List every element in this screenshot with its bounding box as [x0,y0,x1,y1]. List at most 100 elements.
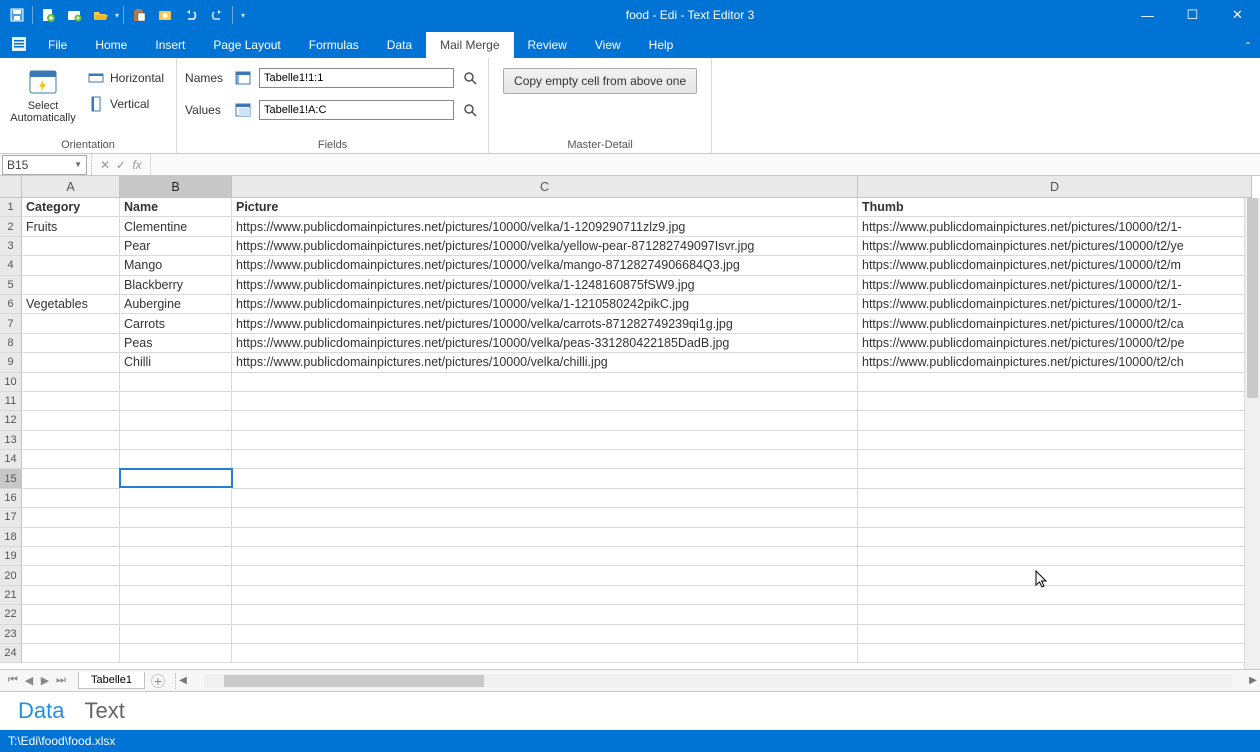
cell[interactable]: https://www.publicdomainpictures.net/pic… [232,295,858,314]
cell[interactable] [858,450,1252,469]
cell[interactable] [22,237,120,256]
cell[interactable]: https://www.publicdomainpictures.net/pic… [232,237,858,256]
cell[interactable] [22,566,120,585]
row-header[interactable]: 17 [0,508,22,527]
cell[interactable]: Name [120,198,232,217]
row-header[interactable]: 6 [0,295,22,314]
cell[interactable] [22,276,120,295]
col-header[interactable]: C [232,176,858,198]
add-sheet-icon[interactable]: + [151,674,165,688]
menu-tab-review[interactable]: Review [514,32,581,58]
row-header[interactable]: 12 [0,411,22,430]
values-input[interactable] [259,100,454,120]
cell[interactable] [232,411,858,430]
cell[interactable] [22,547,120,566]
menu-tab-data[interactable]: Data [373,32,426,58]
names-input[interactable] [259,68,454,88]
menu-tab-file[interactable]: File [34,32,81,58]
row-header[interactable]: 3 [0,237,22,256]
copy-empty-cell-button[interactable]: Copy empty cell from above one [503,68,697,94]
cell[interactable] [120,489,232,508]
paste-icon[interactable] [128,4,150,26]
menu-tab-home[interactable]: Home [81,32,141,58]
ribbon-collapse-icon[interactable]: ˆ [1236,36,1260,58]
cell[interactable]: https://www.publicdomainpictures.net/pic… [232,334,858,353]
cell[interactable] [22,644,120,663]
cell[interactable]: Thumb [858,198,1252,217]
cell[interactable] [22,373,120,392]
cell[interactable] [232,644,858,663]
cell[interactable]: Carrots [120,314,232,333]
cell[interactable]: https://www.publicdomainpictures.net/pic… [858,353,1252,372]
cell[interactable] [120,625,232,644]
cell[interactable]: Clementine [120,217,232,236]
menu-tab-page-layout[interactable]: Page Layout [199,32,294,58]
cell[interactable]: https://www.publicdomainpictures.net/pic… [858,237,1252,256]
row-header[interactable]: 24 [0,644,22,663]
cell[interactable]: Category [22,198,120,217]
cell[interactable] [858,605,1252,624]
tab-text[interactable]: Text [84,698,124,724]
cell[interactable] [232,392,858,411]
cell[interactable] [22,508,120,527]
row-header[interactable]: 14 [0,450,22,469]
menu-tab-view[interactable]: View [581,32,635,58]
cell[interactable] [22,431,120,450]
cell[interactable] [22,469,120,488]
minimize-button[interactable]: ― [1125,0,1170,30]
cell[interactable]: Pear [120,237,232,256]
cell[interactable]: Chilli [120,353,232,372]
vertical-button[interactable]: Vertical [84,92,168,116]
save-icon[interactable] [6,4,28,26]
cell[interactable] [232,586,858,605]
cell[interactable] [232,469,858,488]
horizontal-button[interactable]: Horizontal [84,66,168,90]
cell[interactable] [22,314,120,333]
row-header[interactable]: 4 [0,256,22,275]
qat-customize-icon[interactable]: ▾ [237,11,249,20]
row-header[interactable]: 8 [0,334,22,353]
cell[interactable] [858,625,1252,644]
cell[interactable]: https://www.publicdomainpictures.net/pic… [232,217,858,236]
new-tab-icon[interactable] [63,4,85,26]
cell[interactable] [120,450,232,469]
row-header[interactable]: 18 [0,528,22,547]
cell[interactable] [119,468,233,487]
cell[interactable] [120,508,232,527]
row-header[interactable]: 19 [0,547,22,566]
col-header[interactable]: A [22,176,120,198]
menu-tab-insert[interactable]: Insert [141,32,199,58]
cell[interactable] [22,392,120,411]
cell[interactable] [22,489,120,508]
name-box[interactable]: B15▼ [2,155,87,175]
cell[interactable] [232,508,858,527]
cell[interactable] [22,334,120,353]
cell[interactable] [858,566,1252,585]
cell[interactable] [858,392,1252,411]
cell[interactable] [22,450,120,469]
cell[interactable] [22,586,120,605]
cell[interactable] [120,392,232,411]
cell[interactable]: Fruits [22,217,120,236]
cell[interactable] [120,373,232,392]
cell[interactable] [120,605,232,624]
horizontal-scrollbar[interactable]: ◀▶ [175,673,1260,689]
cell[interactable]: https://www.publicdomainpictures.net/pic… [232,276,858,295]
row-header[interactable]: 20 [0,566,22,585]
cell[interactable] [120,566,232,585]
sheet-tab[interactable]: Tabelle1 [78,672,145,689]
names-search-icon[interactable] [460,68,480,88]
select-automatically-button[interactable]: Select Automatically [8,62,78,137]
cell[interactable]: Mango [120,256,232,275]
cell[interactable] [858,586,1252,605]
menu-tab-mail-merge[interactable]: Mail Merge [426,32,513,58]
cell[interactable] [232,489,858,508]
row-header[interactable]: 9 [0,353,22,372]
cell[interactable] [232,431,858,450]
row-header[interactable]: 11 [0,392,22,411]
cell[interactable] [120,411,232,430]
cell[interactable]: https://www.publicdomainpictures.net/pic… [858,217,1252,236]
cell[interactable] [858,508,1252,527]
cell[interactable] [858,547,1252,566]
row-header[interactable]: 21 [0,586,22,605]
